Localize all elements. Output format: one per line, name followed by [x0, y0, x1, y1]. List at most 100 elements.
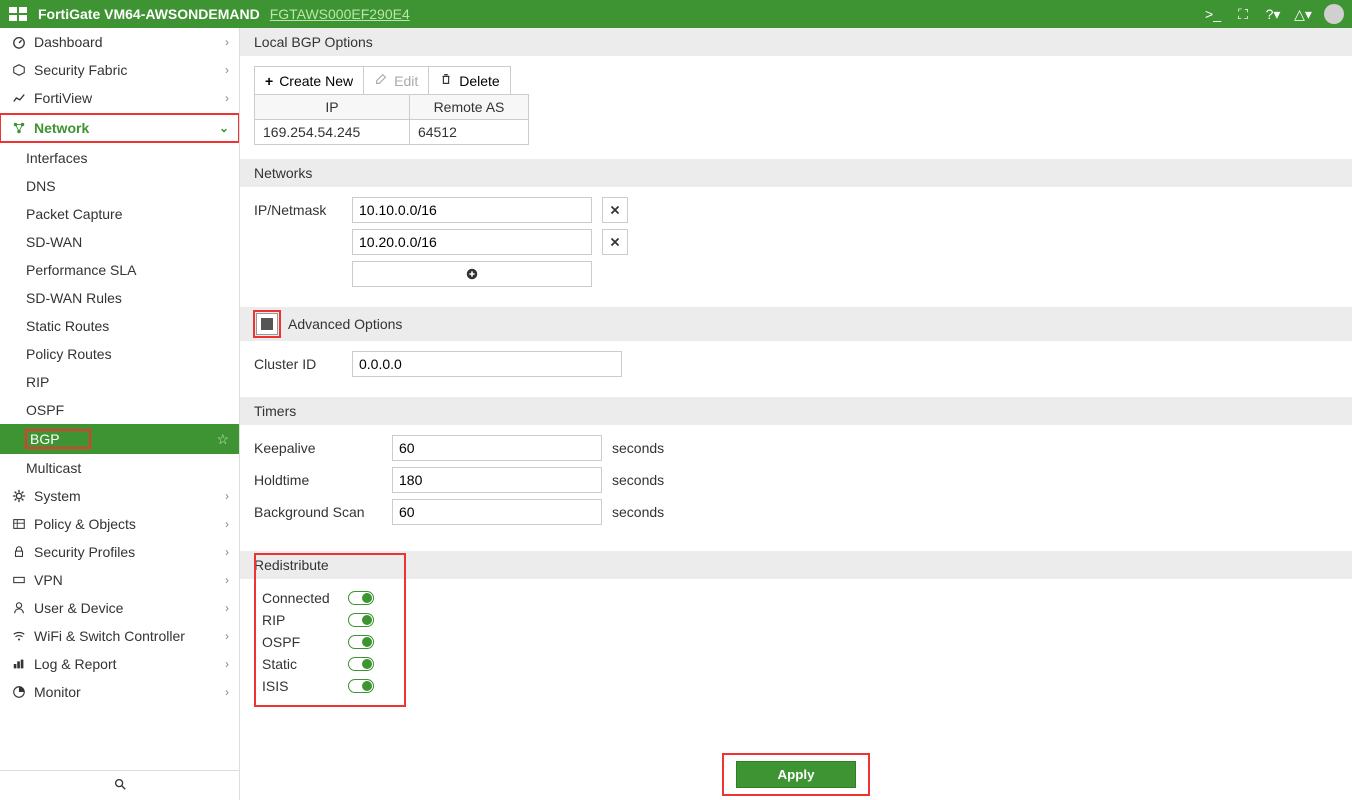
top-bar: FortiGate VM64-AWSONDEMAND FGTAWS000EF29… [0, 0, 1352, 28]
keepalive-label: Keepalive [254, 440, 382, 456]
holdtime-input[interactable] [392, 467, 602, 493]
keepalive-input[interactable] [392, 435, 602, 461]
redistribute-rip: RIP [262, 609, 374, 631]
redistribute-static: Static [262, 653, 374, 675]
avatar[interactable] [1324, 4, 1344, 24]
bars-icon [10, 657, 28, 671]
vpn-icon [10, 573, 28, 587]
holdtime-label: Holdtime [254, 472, 382, 488]
chevron-right-icon: › [225, 601, 229, 615]
nav-policy-objects[interactable]: Policy & Objects› [0, 510, 239, 538]
nav-dashboard[interactable]: Dashboard› [0, 28, 239, 56]
search-icon[interactable] [113, 777, 127, 794]
toggle-static[interactable] [348, 657, 374, 671]
bgscan-input[interactable] [392, 499, 602, 525]
serial-number[interactable]: FGTAWS000EF290E4 [270, 6, 410, 22]
redistribute-ospf: OSPF [262, 631, 374, 653]
col-ip[interactable]: IP [255, 95, 410, 120]
chevron-right-icon: › [225, 489, 229, 503]
toggle-ospf[interactable] [348, 635, 374, 649]
ip-netmask-input-1[interactable] [352, 229, 592, 255]
toggle-isis[interactable] [348, 679, 374, 693]
nav-rip[interactable]: RIP [0, 368, 239, 396]
chevron-right-icon: › [225, 63, 229, 77]
nav-packet-capture[interactable]: Packet Capture [0, 200, 239, 228]
nav-log-report[interactable]: Log & Report› [0, 650, 239, 678]
table-row[interactable]: 169.254.54.24564512 [255, 120, 529, 145]
section-advanced: Advanced Options [240, 307, 1352, 341]
wifi-icon [10, 629, 28, 643]
chevron-right-icon: › [225, 545, 229, 559]
nav-policy-routes[interactable]: Policy Routes [0, 340, 239, 368]
nav-ospf[interactable]: OSPF [0, 396, 239, 424]
cli-icon[interactable]: >_ [1202, 6, 1224, 22]
nav-monitor[interactable]: Monitor› [0, 678, 239, 706]
chevron-right-icon: › [225, 657, 229, 671]
user-icon [10, 601, 28, 615]
sidebar: Dashboard› Security Fabric› FortiView› N… [0, 28, 240, 800]
edit-button[interactable]: Edit [364, 66, 429, 95]
network-icon [10, 121, 28, 135]
policy-icon [10, 517, 28, 531]
nav-static-routes[interactable]: Static Routes [0, 312, 239, 340]
redistribute-isis: ISIS [262, 675, 374, 697]
gauge-icon [10, 35, 28, 49]
pie-icon [10, 685, 28, 699]
lock-icon [10, 545, 28, 559]
nav-system[interactable]: System› [0, 482, 239, 510]
chevron-right-icon: › [225, 573, 229, 587]
chevron-right-icon: › [225, 35, 229, 49]
gear-icon [10, 489, 28, 503]
delete-button[interactable]: Delete [429, 66, 510, 95]
nav-interfaces[interactable]: Interfaces [0, 144, 239, 172]
section-timers: Timers [240, 397, 1352, 425]
nav-sdwan[interactable]: SD-WAN [0, 228, 239, 256]
nav-network[interactable]: Network⌄ [0, 114, 239, 142]
col-remote-as[interactable]: Remote AS [409, 95, 528, 120]
chevron-right-icon: › [225, 685, 229, 699]
nav-footer [0, 770, 239, 800]
remove-network-1[interactable] [602, 229, 628, 255]
section-local-bgp: Local BGP Options [240, 28, 1352, 56]
trash-icon [439, 72, 453, 89]
toggle-connected[interactable] [348, 591, 374, 605]
pencil-icon [374, 72, 388, 89]
help-icon[interactable]: ?▾ [1262, 6, 1284, 23]
nav-dns[interactable]: DNS [0, 172, 239, 200]
nav-security-fabric[interactable]: Security Fabric› [0, 56, 239, 84]
advanced-toggle[interactable] [256, 313, 278, 335]
nav-security-profiles[interactable]: Security Profiles› [0, 538, 239, 566]
ip-netmask-label: IP/Netmask [254, 202, 342, 218]
fullscreen-icon[interactable]: ⛶ [1232, 6, 1254, 23]
nav-performance-sla[interactable]: Performance SLA [0, 256, 239, 284]
nav-fortiview[interactable]: FortiView› [0, 84, 239, 112]
nav-multicast[interactable]: Multicast [0, 454, 239, 482]
nav-wifi-switch[interactable]: WiFi & Switch Controller› [0, 622, 239, 650]
remove-network-0[interactable] [602, 197, 628, 223]
nav-bgp[interactable]: BGP☆ [0, 424, 239, 454]
nav-user-device[interactable]: User & Device› [0, 594, 239, 622]
apply-button[interactable]: Apply [736, 761, 855, 788]
chevron-right-icon: › [225, 517, 229, 531]
chevron-right-icon: › [225, 91, 229, 105]
nav-vpn[interactable]: VPN› [0, 566, 239, 594]
redistribute-connected: Connected [262, 587, 374, 609]
plus-icon: + [265, 73, 273, 89]
chevron-down-icon: ⌄ [219, 121, 229, 135]
logo-icon [8, 6, 30, 22]
ip-netmask-input-0[interactable] [352, 197, 592, 223]
section-redistribute: Redistribute [240, 551, 1352, 579]
star-icon[interactable]: ☆ [216, 431, 229, 448]
collapse-icon [261, 318, 273, 330]
main-content: Local BGP Options +Create New Edit Delet… [240, 28, 1352, 800]
toggle-rip[interactable] [348, 613, 374, 627]
nav-sdwan-rules[interactable]: SD-WAN Rules [0, 284, 239, 312]
notification-icon[interactable]: △▾ [1292, 6, 1314, 23]
cluster-id-label: Cluster ID [254, 356, 342, 372]
add-network-button[interactable] [352, 261, 592, 287]
bgp-neighbor-table: IPRemote AS 169.254.54.24564512 [254, 94, 529, 145]
chart-icon [10, 91, 28, 105]
product-title: FortiGate VM64-AWSONDEMAND [38, 6, 260, 22]
create-new-button[interactable]: +Create New [254, 66, 364, 95]
cluster-id-input[interactable] [352, 351, 622, 377]
